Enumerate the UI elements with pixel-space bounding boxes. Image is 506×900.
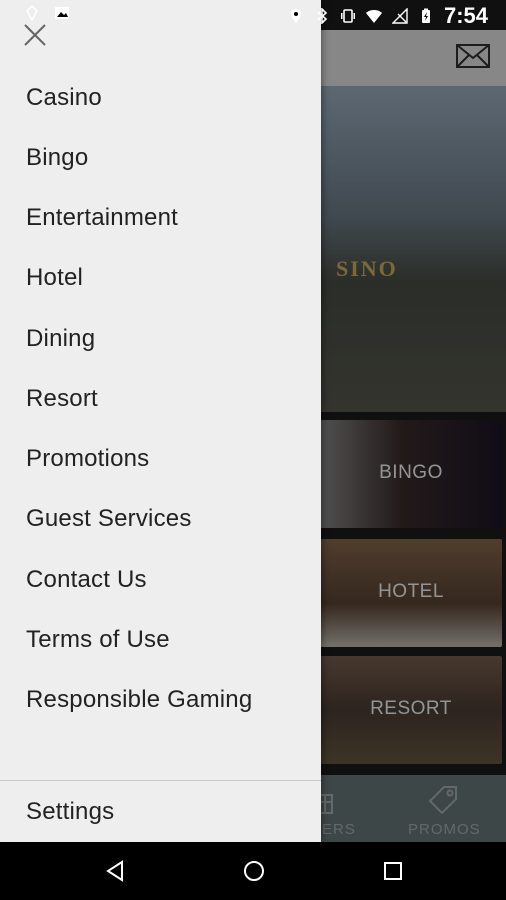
menu-item-resort[interactable]: Resort bbox=[26, 385, 98, 413]
status-time: 7:54 bbox=[443, 3, 488, 28]
menu-item-dining[interactable]: Dining bbox=[26, 325, 95, 353]
location-icon bbox=[290, 9, 301, 23]
menu-item-bingo[interactable]: Bingo bbox=[26, 144, 88, 172]
battery-icon bbox=[421, 8, 430, 23]
drawer-divider bbox=[0, 780, 321, 781]
menu-item-casino[interactable]: Casino bbox=[26, 84, 102, 112]
no-signal-icon bbox=[391, 8, 408, 24]
home-icon[interactable] bbox=[241, 858, 267, 884]
image-notification-icon bbox=[55, 7, 69, 19]
vibrate-icon bbox=[340, 9, 355, 23]
android-debug-icon bbox=[26, 5, 38, 21]
wifi-icon bbox=[365, 10, 382, 23]
menu-item-promotions[interactable]: Promotions bbox=[26, 445, 149, 473]
menu-item-entertainment[interactable]: Entertainment bbox=[26, 204, 178, 232]
menu-item-guest-services[interactable]: Guest Services bbox=[26, 505, 192, 533]
status-bar: 7:54 bbox=[0, 0, 506, 30]
system-nav-bar bbox=[0, 842, 506, 900]
menu-item-responsible-gaming[interactable]: Responsible Gaming bbox=[26, 686, 252, 714]
back-icon[interactable] bbox=[102, 858, 128, 884]
menu-item-settings[interactable]: Settings bbox=[26, 798, 114, 826]
bluetooth-icon bbox=[317, 8, 328, 24]
menu-item-hotel[interactable]: Hotel bbox=[26, 264, 83, 292]
navigation-drawer: Casino Bingo Entertainment Hotel Dining … bbox=[0, 0, 321, 842]
menu-item-contact-us[interactable]: Contact Us bbox=[26, 566, 147, 594]
menu-item-terms-of-use[interactable]: Terms of Use bbox=[26, 626, 170, 654]
recents-icon[interactable] bbox=[380, 858, 406, 884]
